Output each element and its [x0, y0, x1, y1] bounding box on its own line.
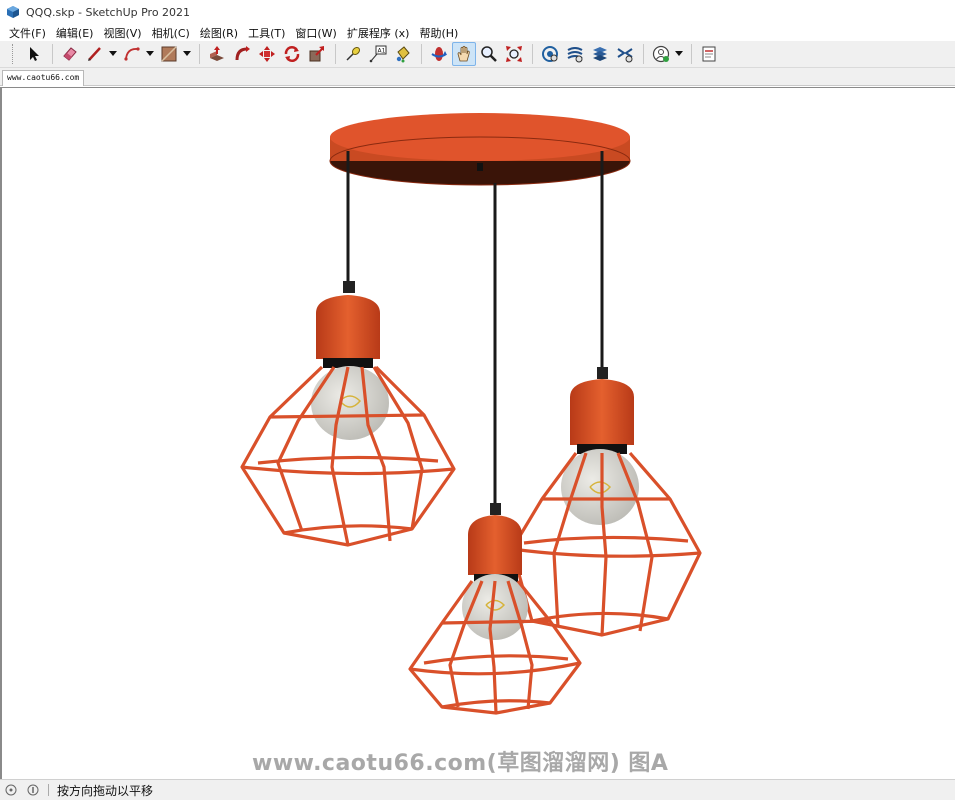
lamp-left: [240, 281, 456, 547]
layout-icon[interactable]: [588, 42, 612, 66]
menu-camera[interactable]: 相机(C): [147, 25, 195, 41]
svg-text:A1: A1: [378, 48, 386, 55]
shape-dropdown-icon[interactable]: [182, 42, 192, 66]
lamp-center: [408, 503, 582, 715]
watermark-text: www.caotu66.com(草图溜溜网) 图A: [252, 751, 669, 776]
zoom-extents-icon[interactable]: [502, 42, 526, 66]
eraser-icon[interactable]: [58, 42, 82, 66]
scene-tab[interactable]: www.caotu66.com: [2, 70, 85, 86]
zoom-icon[interactable]: [477, 42, 501, 66]
status-hint-text: 按方向拖动以平移: [57, 783, 154, 798]
menu-draw[interactable]: 绘图(R): [195, 25, 243, 41]
arc-icon[interactable]: [120, 42, 144, 66]
account-icon[interactable]: [649, 42, 673, 66]
paint-bucket-icon[interactable]: [391, 42, 415, 66]
move-icon[interactable]: [255, 42, 279, 66]
pan-icon[interactable]: [452, 42, 476, 66]
toolbar-separator: [199, 44, 200, 64]
layout-send-icon[interactable]: [697, 42, 721, 66]
tape-measure-icon[interactable]: [341, 42, 365, 66]
credits-icon[interactable]: [26, 783, 40, 797]
scale-icon[interactable]: [305, 42, 329, 66]
menu-window[interactable]: 窗口(W): [290, 25, 341, 41]
toolbar-separator: [643, 44, 644, 64]
warehouse-icon[interactable]: [538, 42, 562, 66]
menu-bar: 文件(F) 编辑(E) 视图(V) 相机(C) 绘图(R) 工具(T) 窗口(W…: [0, 24, 955, 41]
menu-tools[interactable]: 工具(T): [243, 25, 290, 41]
power-cords: [346, 151, 604, 509]
rotate-icon[interactable]: [280, 42, 304, 66]
toolbar-separator: [532, 44, 533, 64]
window-title: QQQ.skp - SketchUp Pro 2021: [26, 5, 191, 19]
shape-icon[interactable]: [157, 42, 181, 66]
account-dropdown-icon[interactable]: [674, 42, 684, 66]
drawing-viewport[interactable]: [0, 87, 955, 779]
menu-extensions[interactable]: 扩展程序 (x): [342, 25, 415, 41]
sketchup-icon: [6, 5, 20, 19]
lamp-right: [510, 367, 702, 637]
pendant-lamp-model: [240, 113, 702, 715]
main-toolbar: A1: [0, 41, 955, 68]
ceiling-canopy: [329, 113, 631, 186]
title-bar: QQQ.skp - SketchUp Pro 2021: [0, 0, 955, 24]
follow-me-icon[interactable]: [230, 42, 254, 66]
select-icon[interactable]: [22, 42, 46, 66]
scene-tabs-bar: www.caotu66.com: [0, 68, 955, 86]
status-bar: 按方向拖动以平移: [0, 779, 955, 800]
menu-edit[interactable]: 编辑(E): [51, 25, 99, 41]
orbit-icon[interactable]: [427, 42, 451, 66]
line-icon[interactable]: [83, 42, 107, 66]
extension-manager-icon[interactable]: [613, 42, 637, 66]
extension-warehouse-icon[interactable]: [563, 42, 587, 66]
toolbar-separator: [691, 44, 692, 64]
push-pull-icon[interactable]: [205, 42, 229, 66]
menu-view[interactable]: 视图(V): [98, 25, 146, 41]
status-separator: [48, 784, 49, 796]
toolbar-separator: [52, 44, 53, 64]
text-icon[interactable]: A1: [366, 42, 390, 66]
toolbar-separator: [335, 44, 336, 64]
arc-dropdown-icon[interactable]: [145, 42, 155, 66]
menu-help[interactable]: 帮助(H): [414, 25, 463, 41]
menu-file[interactable]: 文件(F): [4, 25, 51, 41]
toolbar-separator: [421, 44, 422, 64]
toolbar-grip[interactable]: [12, 44, 16, 64]
line-dropdown-icon[interactable]: [108, 42, 118, 66]
geo-location-icon[interactable]: [4, 783, 18, 797]
